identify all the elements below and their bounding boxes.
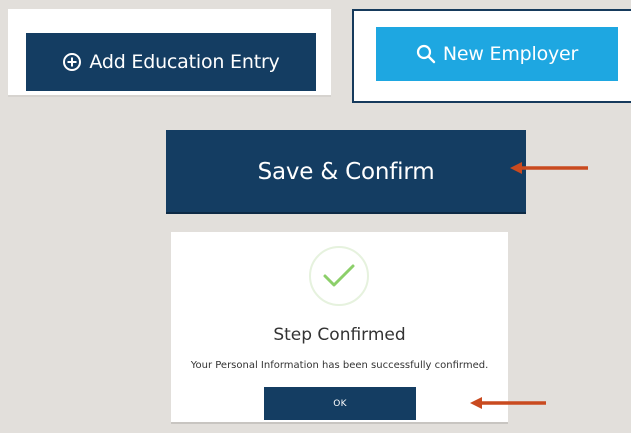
new-employer-label: New Employer bbox=[442, 43, 579, 65]
save-and-confirm-button[interactable]: Save & Confirm bbox=[166, 130, 526, 214]
arrow-left-icon bbox=[510, 162, 588, 174]
arrow-left-icon bbox=[470, 397, 546, 409]
plus-circle-icon bbox=[62, 52, 82, 72]
dialog-title: Step Confirmed bbox=[273, 325, 406, 345]
confirmation-dialog: Step Confirmed Your Personal Information… bbox=[171, 232, 508, 424]
education-card: Add Education Entry bbox=[8, 9, 331, 97]
employer-card: New Employer bbox=[352, 9, 631, 103]
save-and-confirm-label: Save & Confirm bbox=[257, 159, 435, 185]
checkmark-icon bbox=[309, 246, 369, 306]
add-education-entry-label: Add Education Entry bbox=[89, 51, 280, 73]
dialog-message: Your Personal Information has been succe… bbox=[190, 360, 489, 371]
search-icon bbox=[416, 44, 436, 64]
add-education-entry-button[interactable]: Add Education Entry bbox=[26, 33, 316, 91]
save-button-shadow bbox=[166, 212, 526, 214]
ok-button[interactable]: OK bbox=[264, 387, 416, 420]
ok-label: OK bbox=[333, 398, 347, 409]
new-employer-button[interactable]: New Employer bbox=[376, 27, 618, 81]
